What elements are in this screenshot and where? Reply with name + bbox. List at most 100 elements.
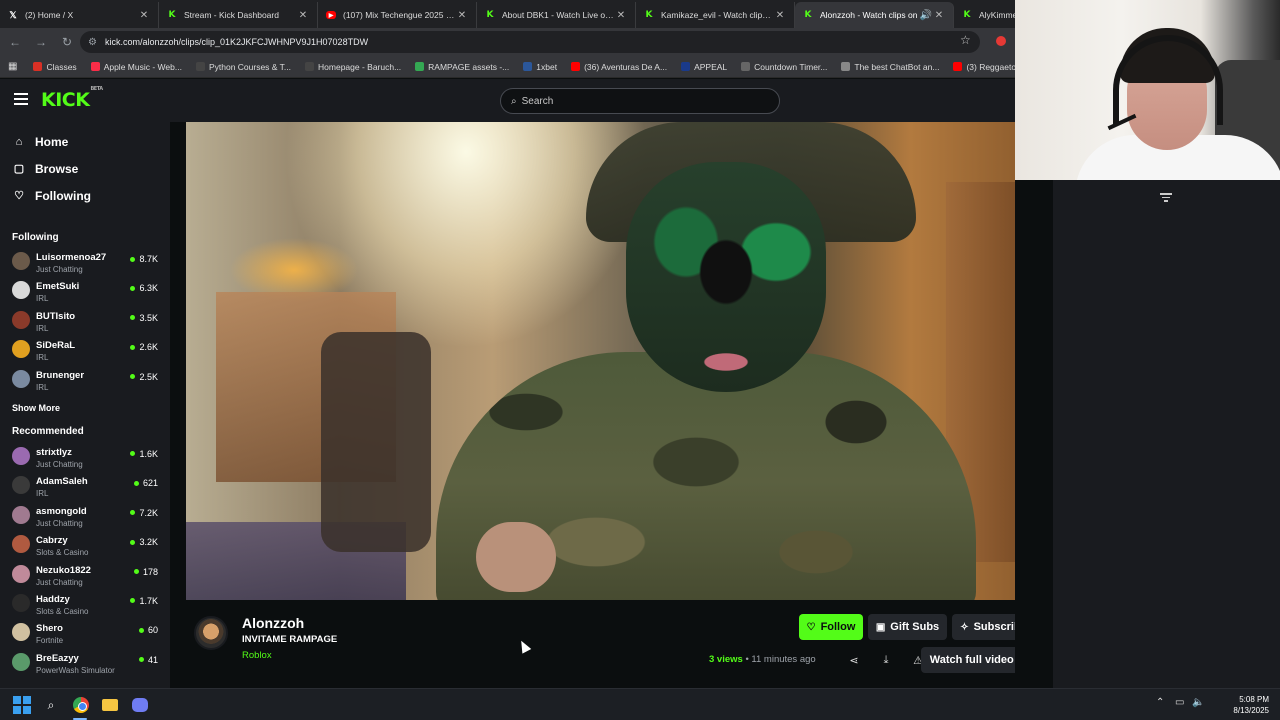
follow-button[interactable]: ♡ Follow	[799, 614, 863, 640]
clip-meta: 3 views • 11 minutes ago	[709, 654, 816, 665]
sidebar-channel-item[interactable]: AdamSaleh IRL 621	[0, 471, 170, 500]
following-heading: Following	[12, 231, 59, 243]
close-tab-icon[interactable]: ✕	[138, 10, 150, 21]
live-dot-icon	[130, 256, 136, 262]
back-icon[interactable]: ←	[4, 31, 26, 53]
sidebar-channel-item[interactable]: Nezuko1822 Just Chatting 178	[0, 560, 170, 589]
network-icon[interactable]: ▭	[1175, 697, 1184, 708]
bookmark-item[interactable]: APPEAL	[681, 62, 727, 72]
channel-avatar[interactable]	[194, 616, 228, 650]
clip-category-link[interactable]: Roblox	[242, 650, 272, 661]
close-tab-icon[interactable]: ✕	[297, 10, 309, 21]
x-logo-icon: 𝕏	[9, 9, 17, 20]
show-more-link[interactable]: Show More	[0, 394, 170, 422]
bookmark-item[interactable]: Python Courses & T...	[195, 62, 291, 72]
bookmark-item[interactable]: 1xbet	[523, 62, 557, 72]
close-tab-icon[interactable]: ✕	[456, 10, 468, 21]
browser-tab[interactable]: ▶ (107) Mix Techengue 2025 | Fe ✕	[318, 2, 477, 28]
channel-name[interactable]: Alonzzoh	[242, 615, 304, 631]
close-tab-icon[interactable]: ✕	[615, 10, 627, 21]
star-icon: ✧	[960, 621, 969, 633]
site-header: KICKBETA ⌕	[0, 79, 1015, 122]
live-dot-icon	[130, 451, 136, 457]
clock[interactable]: 5:08 PM 8/13/2025	[1209, 694, 1269, 716]
channel-category: Slots & Casino	[36, 606, 89, 616]
chrome-icon[interactable]	[71, 695, 91, 715]
view-count: 3 views	[709, 654, 743, 665]
sidebar-channel-item[interactable]: asmongold Just Chatting 7.2K	[0, 501, 170, 530]
tray-chevron-icon[interactable]: ⌃	[1156, 697, 1164, 708]
viewer-count: 3.5K	[130, 313, 158, 323]
sidebar-nav-browse[interactable]: ▢ Browse	[0, 155, 170, 182]
home-icon: ⌂	[15, 135, 23, 148]
volume-icon[interactable]: 🔈	[1192, 697, 1204, 708]
kick-icon: K	[168, 10, 176, 20]
share-icon[interactable]: ⋖	[843, 649, 865, 671]
browse-icon: ▢	[13, 163, 25, 175]
webcam-overlay	[1015, 0, 1280, 180]
sidebar-channel-item[interactable]: Haddzy Slots & Casino 1.7K	[0, 589, 170, 618]
sidebar-channel-item[interactable]: EmetSuki IRL 6.3K	[0, 276, 170, 305]
heart-icon: ♡	[14, 190, 24, 202]
live-dot-icon	[130, 315, 136, 321]
file-explorer-icon[interactable]	[100, 695, 120, 715]
viewer-count: 8.7K	[130, 254, 158, 264]
sidebar-nav-home[interactable]: ⌂ Home	[0, 128, 170, 155]
search-icon[interactable]: ⌕	[41, 695, 61, 715]
sidebar-channel-item[interactable]: Luisormenoa27 Just Chatting 8.7K	[0, 247, 170, 276]
sidebar-channel-item[interactable]: Brunenger IRL 2.5K	[0, 365, 170, 394]
reload-icon[interactable]: ↻	[56, 31, 78, 53]
channel-category: IRL	[36, 382, 49, 392]
live-dot-icon	[130, 510, 136, 516]
browser-tab[interactable]: 𝕏 (2) Home / X ✕	[0, 2, 159, 28]
channel-category: Slots & Casino	[36, 548, 89, 558]
sidebar-channel-item[interactable]: BreEazyy PowerWash Simulator 41	[0, 648, 170, 677]
viewer-count: 60	[138, 625, 158, 635]
channel-avatar	[12, 310, 30, 329]
sidebar-channel-item[interactable]: BUTIsito IRL 3.5K	[0, 306, 170, 335]
bookmark-item[interactable]: RAMPAGE assets -...	[415, 62, 509, 72]
gift-subs-button[interactable]: ▣ Gift Subs	[868, 614, 947, 640]
bookmark-star-icon[interactable]: ☆	[960, 33, 971, 47]
bookmark-item[interactable]: Apple Music - Web...	[90, 62, 182, 72]
bookmark-item[interactable]: (36) Aventuras De A...	[571, 62, 667, 72]
clip-video-player[interactable]	[186, 122, 1038, 600]
live-dot-icon	[133, 480, 139, 486]
channel-category: Just Chatting	[36, 459, 83, 469]
filter-icon[interactable]	[1160, 193, 1172, 205]
kick-logo[interactable]: KICKBETA	[41, 86, 103, 111]
sidebar-channel-item[interactable]: Cabrzy Slots & Casino 3.2K	[0, 530, 170, 559]
bookmark-item[interactable]: The best ChatBot an...	[841, 62, 939, 72]
download-icon[interactable]: ⤓	[875, 649, 897, 671]
menu-icon[interactable]	[14, 93, 28, 105]
url-field[interactable]: ⚙ kick.com/alonzzoh/clips/clip_01K2JKFCJ…	[80, 31, 980, 53]
sidebar-nav-following[interactable]: ♡ Following	[0, 182, 170, 209]
channel-avatar	[12, 505, 30, 524]
channel-category: Just Chatting	[36, 577, 83, 587]
bookmark-item[interactable]: Countdown Timer...	[741, 62, 827, 72]
extension-icon[interactable]	[996, 36, 1006, 46]
apps-icon[interactable]: ▦	[8, 61, 17, 72]
forward-icon[interactable]: →	[30, 31, 52, 53]
browser-tab[interactable]: K Kamikaze_evil - Watch clips on ✕	[636, 2, 795, 28]
close-tab-icon[interactable]: ✕	[774, 10, 786, 21]
chat-panel	[1053, 180, 1280, 688]
bookmark-item[interactable]: Classes	[33, 62, 77, 72]
sidebar-channel-item[interactable]: SiDeRaL IRL 2.6K	[0, 335, 170, 364]
channel-avatar	[12, 252, 30, 270]
windows-start-icon[interactable]	[12, 695, 32, 715]
bookmark-item[interactable]: Homepage - Baruch...	[305, 62, 401, 72]
browser-tab[interactable]: K Stream - Kick Dashboard ✕	[159, 2, 318, 28]
close-tab-icon[interactable]: ✕	[933, 10, 945, 21]
sidebar-channel-item[interactable]: strixtlyz Just Chatting 1.6K	[0, 442, 170, 471]
browser-tab-active[interactable]: K Alonzzoh - Watch clips on 🔊 ✕	[795, 2, 954, 28]
search-input[interactable]	[521, 95, 742, 107]
discord-icon[interactable]	[130, 695, 150, 715]
sidebar-channel-item[interactable]: Shero Fortnite 60	[0, 618, 170, 647]
channel-category: Just Chatting	[36, 265, 83, 274]
browser-tab[interactable]: K About DBK1 - Watch Live on Ki ✕	[477, 2, 636, 28]
taskbar: ⌕ ⌃ ▭ 🔈 5:08 PM 8/13/2025	[0, 688, 1280, 720]
url-text: kick.com/alonzzoh/clips/clip_01K2JKFCJWH…	[104, 37, 369, 47]
site-info-icon[interactable]: ⚙	[88, 37, 97, 48]
search-box[interactable]: ⌕	[500, 88, 780, 114]
